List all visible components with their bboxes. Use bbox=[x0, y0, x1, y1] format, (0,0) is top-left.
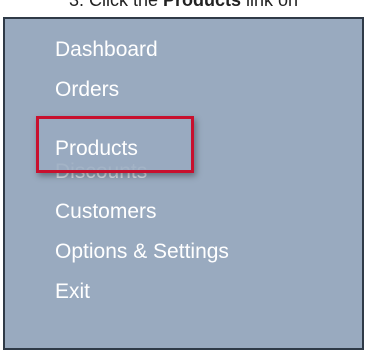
nav-item-dashboard[interactable]: Dashboard bbox=[55, 38, 158, 62]
nav-item-products[interactable]: Products bbox=[55, 137, 138, 161]
instruction-suffix: link on bbox=[241, 0, 299, 10]
nav-item-options-settings[interactable]: Options & Settings bbox=[55, 240, 229, 264]
nav-item-customers[interactable]: Customers bbox=[55, 200, 157, 224]
instruction-text: 3. Click the Products link on bbox=[0, 0, 367, 11]
screenshot-page: 3. Click the Products link on Dashboard … bbox=[0, 0, 367, 353]
nav-item-exit[interactable]: Exit bbox=[55, 280, 90, 304]
instruction-prefix: 3. Click the bbox=[68, 0, 163, 10]
navigation-panel: Dashboard Orders Discounts Customers Opt… bbox=[3, 17, 364, 350]
instruction-link-name: Products bbox=[162, 0, 241, 10]
nav-item-products-highlight[interactable]: Products bbox=[36, 116, 194, 173]
nav-item-orders[interactable]: Orders bbox=[55, 78, 119, 102]
